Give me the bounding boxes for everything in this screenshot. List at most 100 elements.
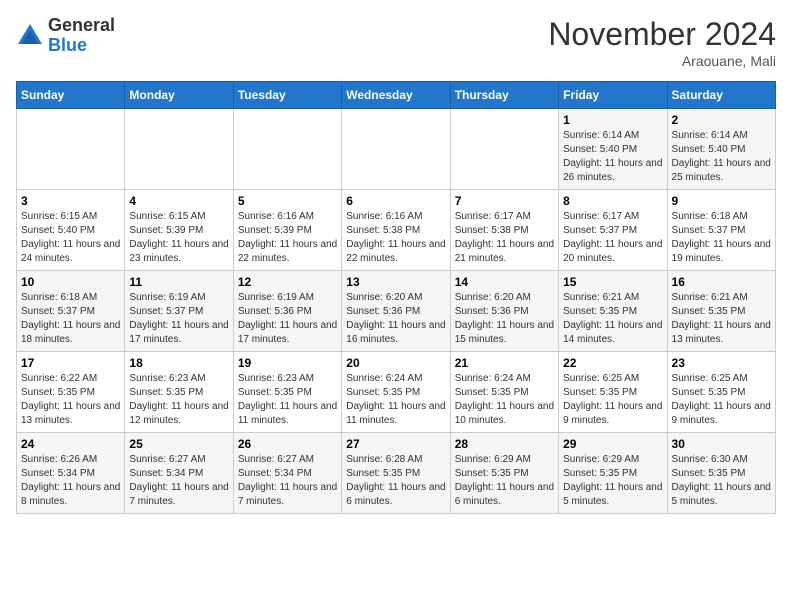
weekday-cell: Saturday bbox=[667, 82, 775, 109]
day-number: 11 bbox=[129, 275, 228, 289]
day-info: Sunrise: 6:22 AM Sunset: 5:35 PM Dayligh… bbox=[21, 372, 120, 428]
day-info: Sunrise: 6:23 AM Sunset: 5:35 PM Dayligh… bbox=[129, 372, 228, 428]
calendar-day-cell: 17 Sunrise: 6:22 AM Sunset: 5:35 PM Dayli… bbox=[17, 352, 125, 433]
day-info: Sunrise: 6:18 AM Sunset: 5:37 PM Dayligh… bbox=[21, 291, 120, 347]
day-info: Sunrise: 6:17 AM Sunset: 5:37 PM Dayligh… bbox=[563, 210, 662, 266]
day-info: Sunrise: 6:28 AM Sunset: 5:35 PM Dayligh… bbox=[346, 453, 445, 509]
day-info: Sunrise: 6:19 AM Sunset: 5:36 PM Dayligh… bbox=[238, 291, 337, 347]
day-number: 20 bbox=[346, 356, 445, 370]
calendar-week-row: 10 Sunrise: 6:18 AM Sunset: 5:37 PM Dayli… bbox=[17, 271, 776, 352]
day-info: Sunrise: 6:29 AM Sunset: 5:35 PM Dayligh… bbox=[455, 453, 554, 509]
day-info: Sunrise: 6:24 AM Sunset: 5:35 PM Dayligh… bbox=[455, 372, 554, 428]
calendar-day-cell: 15Sunrise: 6:21 AM Sunset: 5:35 PM Dayli… bbox=[559, 271, 667, 352]
calendar-day-cell: 3 Sunrise: 6:15 AM Sunset: 5:40 PM Daylig… bbox=[17, 190, 125, 271]
weekday-cell: Tuesday bbox=[233, 82, 341, 109]
logo-blue: Blue bbox=[48, 35, 87, 55]
title-block: November 2024 Araouane, Mali bbox=[548, 16, 776, 69]
calendar-day-cell: 8 Sunrise: 6:17 AM Sunset: 5:37 PM Daylig… bbox=[559, 190, 667, 271]
day-info: Sunrise: 6:25 AM Sunset: 5:35 PM Dayligh… bbox=[563, 372, 662, 428]
calendar-day-cell: 1 Sunrise: 6:14 AM Sunset: 5:40 PM Daylig… bbox=[559, 109, 667, 190]
calendar-day-cell: 13 Sunrise: 6:20 AM Sunset: 5:36 PM Dayli… bbox=[342, 271, 450, 352]
weekday-cell: Wednesday bbox=[342, 82, 450, 109]
day-number: 18 bbox=[129, 356, 228, 370]
month-title: November 2024 bbox=[548, 16, 776, 53]
day-info: Sunrise: 6:17 AM Sunset: 5:38 PM Dayligh… bbox=[455, 210, 554, 266]
day-number: 24 bbox=[21, 437, 120, 451]
day-number: 19 bbox=[238, 356, 337, 370]
day-info: Sunrise: 6:27 AM Sunset: 5:34 PM Dayligh… bbox=[238, 453, 337, 509]
day-number: 16 bbox=[672, 275, 771, 289]
calendar-day-cell: 10 Sunrise: 6:18 AM Sunset: 5:37 PM Dayli… bbox=[17, 271, 125, 352]
calendar-day-cell: 19 Sunrise: 6:23 AM Sunset: 5:35 PM Dayli… bbox=[233, 352, 341, 433]
day-number: 25 bbox=[129, 437, 228, 451]
day-info: Sunrise: 6:15 AM Sunset: 5:39 PM Dayligh… bbox=[129, 210, 228, 266]
weekday-cell: Sunday bbox=[17, 82, 125, 109]
day-info: Sunrise: 6:23 AM Sunset: 5:35 PM Dayligh… bbox=[238, 372, 337, 428]
calendar-day-cell: 23 Sunrise: 6:25 AM Sunset: 5:35 PM Dayli… bbox=[667, 352, 775, 433]
day-info: Sunrise: 6:16 AM Sunset: 5:39 PM Dayligh… bbox=[238, 210, 337, 266]
day-info: Sunrise: 6:20 AM Sunset: 5:36 PM Dayligh… bbox=[346, 291, 445, 347]
day-number: 17 bbox=[21, 356, 120, 370]
day-number: 29 bbox=[563, 437, 662, 451]
calendar-week-row: 24 Sunrise: 6:26 AM Sunset: 5:34 PM Dayli… bbox=[17, 433, 776, 514]
logo-text: General Blue bbox=[48, 16, 115, 56]
day-number: 22 bbox=[563, 356, 662, 370]
day-number: 9 bbox=[672, 194, 771, 208]
day-number: 5 bbox=[238, 194, 337, 208]
day-number: 26 bbox=[238, 437, 337, 451]
calendar: SundayMondayTuesdayWednesdayThursdayFrid… bbox=[16, 81, 776, 514]
calendar-day-cell bbox=[450, 109, 558, 190]
day-number: 23 bbox=[672, 356, 771, 370]
calendar-day-cell: 26 Sunrise: 6:27 AM Sunset: 5:34 PM Dayli… bbox=[233, 433, 341, 514]
day-info: Sunrise: 6:26 AM Sunset: 5:34 PM Dayligh… bbox=[21, 453, 120, 509]
weekday-cell: Monday bbox=[125, 82, 233, 109]
day-number: 27 bbox=[346, 437, 445, 451]
day-number: 3 bbox=[21, 194, 120, 208]
calendar-day-cell: 18 Sunrise: 6:23 AM Sunset: 5:35 PM Dayli… bbox=[125, 352, 233, 433]
calendar-week-row: 17 Sunrise: 6:22 AM Sunset: 5:35 PM Dayli… bbox=[17, 352, 776, 433]
weekday-cell: Friday bbox=[559, 82, 667, 109]
location: Araouane, Mali bbox=[548, 53, 776, 69]
calendar-day-cell: 29 Sunrise: 6:29 AM Sunset: 5:35 PM Dayli… bbox=[559, 433, 667, 514]
calendar-day-cell: 5 Sunrise: 6:16 AM Sunset: 5:39 PM Daylig… bbox=[233, 190, 341, 271]
day-number: 10 bbox=[21, 275, 120, 289]
day-number: 2 bbox=[672, 113, 771, 127]
day-number: 1 bbox=[563, 113, 662, 127]
day-info: Sunrise: 6:27 AM Sunset: 5:34 PM Dayligh… bbox=[129, 453, 228, 509]
calendar-day-cell: 12 Sunrise: 6:19 AM Sunset: 5:36 PM Dayli… bbox=[233, 271, 341, 352]
day-info: Sunrise: 6:30 AM Sunset: 5:35 PM Dayligh… bbox=[672, 453, 771, 509]
day-number: 21 bbox=[455, 356, 554, 370]
day-number: 30 bbox=[672, 437, 771, 451]
day-info: Sunrise: 6:14 AM Sunset: 5:40 PM Dayligh… bbox=[563, 129, 662, 185]
calendar-day-cell bbox=[342, 109, 450, 190]
calendar-day-cell: 28 Sunrise: 6:29 AM Sunset: 5:35 PM Dayli… bbox=[450, 433, 558, 514]
calendar-day-cell: 16 Sunrise: 6:21 AM Sunset: 5:35 PM Dayli… bbox=[667, 271, 775, 352]
day-number: 28 bbox=[455, 437, 554, 451]
day-info: Sunrise: 6:19 AM Sunset: 5:37 PM Dayligh… bbox=[129, 291, 228, 347]
day-info: Sunrise: 6:24 AM Sunset: 5:35 PM Dayligh… bbox=[346, 372, 445, 428]
day-number: 4 bbox=[129, 194, 228, 208]
day-number: 12 bbox=[238, 275, 337, 289]
day-number: 13 bbox=[346, 275, 445, 289]
calendar-day-cell: 30 Sunrise: 6:30 AM Sunset: 5:35 PM Dayli… bbox=[667, 433, 775, 514]
day-info: Sunrise: 6:29 AM Sunset: 5:35 PM Dayligh… bbox=[563, 453, 662, 509]
day-number: 15 bbox=[563, 275, 662, 289]
calendar-day-cell: 9Sunrise: 6:18 AM Sunset: 5:37 PM Daylig… bbox=[667, 190, 775, 271]
page-header: General Blue November 2024 Araouane, Mal… bbox=[16, 16, 776, 69]
logo-icon bbox=[16, 22, 44, 50]
day-info: Sunrise: 6:15 AM Sunset: 5:40 PM Dayligh… bbox=[21, 210, 120, 266]
day-info: Sunrise: 6:14 AM Sunset: 5:40 PM Dayligh… bbox=[672, 129, 771, 185]
calendar-day-cell: 4 Sunrise: 6:15 AM Sunset: 5:39 PM Daylig… bbox=[125, 190, 233, 271]
logo-general: General bbox=[48, 15, 115, 35]
day-info: Sunrise: 6:20 AM Sunset: 5:36 PM Dayligh… bbox=[455, 291, 554, 347]
day-info: Sunrise: 6:25 AM Sunset: 5:35 PM Dayligh… bbox=[672, 372, 771, 428]
calendar-day-cell bbox=[233, 109, 341, 190]
day-number: 8 bbox=[563, 194, 662, 208]
day-info: Sunrise: 6:21 AM Sunset: 5:35 PM Dayligh… bbox=[672, 291, 771, 347]
day-number: 6 bbox=[346, 194, 445, 208]
calendar-day-cell: 6Sunrise: 6:16 AM Sunset: 5:38 PM Daylig… bbox=[342, 190, 450, 271]
calendar-day-cell: 21 Sunrise: 6:24 AM Sunset: 5:35 PM Dayli… bbox=[450, 352, 558, 433]
calendar-day-cell bbox=[125, 109, 233, 190]
calendar-day-cell bbox=[17, 109, 125, 190]
calendar-day-cell: 7Sunrise: 6:17 AM Sunset: 5:38 PM Daylig… bbox=[450, 190, 558, 271]
